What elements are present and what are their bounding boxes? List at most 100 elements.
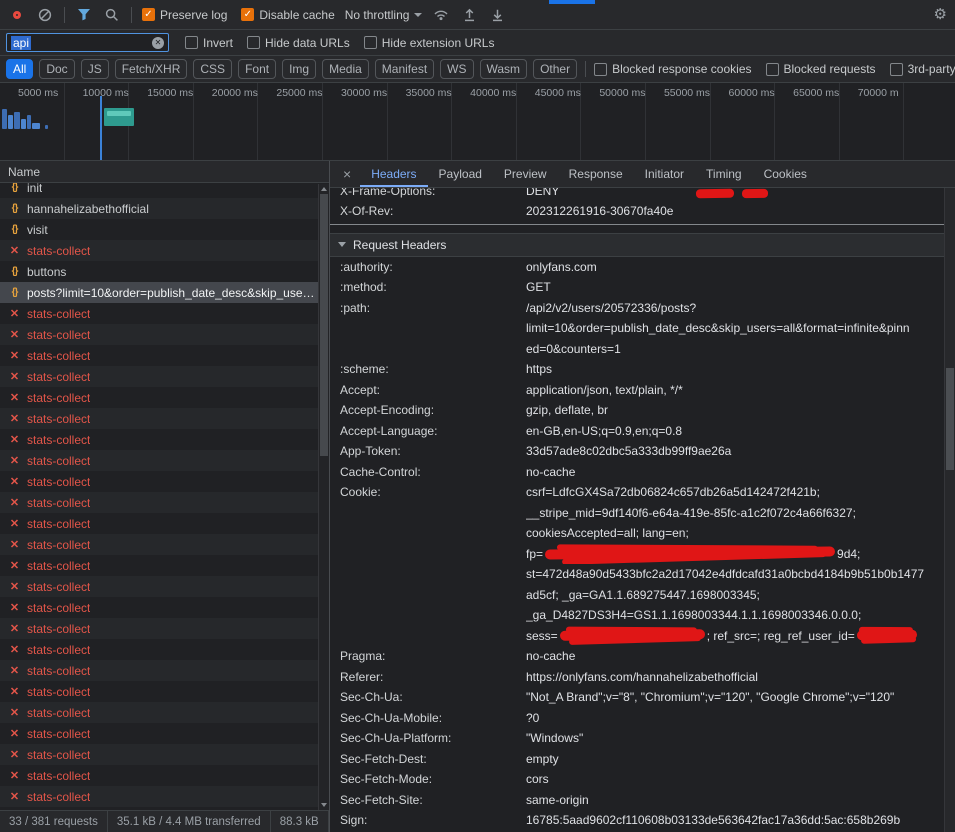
- filter-chip-font[interactable]: Font: [238, 59, 276, 79]
- tab-preview[interactable]: Preview: [493, 161, 558, 187]
- request-row[interactable]: ✕stats-collect: [0, 345, 329, 366]
- filter-chip-img[interactable]: Img: [282, 59, 316, 79]
- request-name: stats-collect: [27, 706, 90, 720]
- request-row[interactable]: {}buttons: [0, 261, 329, 282]
- tab-headers[interactable]: Headers: [360, 161, 427, 187]
- disable-cache-checkbox[interactable]: ✓Disable cache: [241, 8, 334, 22]
- request-row[interactable]: ✕stats-collect: [0, 513, 329, 534]
- response-header-rows: X-Of-Rev:202312261916-30670fa40e: [330, 201, 955, 222]
- request-row[interactable]: {}hannahelizabethofficial: [0, 198, 329, 219]
- 3rd-party-requests-checkbox[interactable]: 3rd-party requests: [890, 62, 955, 76]
- request-headers-section[interactable]: Request Headers: [330, 233, 955, 257]
- request-row[interactable]: ✕stats-collect: [0, 555, 329, 576]
- hide-extension-urls-checkbox[interactable]: Hide extension URLs: [364, 36, 495, 50]
- clear-filter-icon[interactable]: ✕: [152, 37, 164, 49]
- blocked-requests-checkbox[interactable]: Blocked requests: [766, 62, 876, 76]
- request-row[interactable]: ✕stats-collect: [0, 660, 329, 681]
- preserve-log-checkbox[interactable]: ✓Preserve log: [142, 8, 227, 22]
- request-row[interactable]: ✕stats-collect: [0, 408, 329, 429]
- filter-toggle-button[interactable]: [75, 6, 93, 24]
- filter-chip-media[interactable]: Media: [322, 59, 369, 79]
- header-value: cors: [526, 769, 955, 790]
- export-har-button[interactable]: [488, 6, 506, 24]
- request-row[interactable]: ✕stats-collect: [0, 639, 329, 660]
- request-row[interactable]: {}visit: [0, 219, 329, 240]
- filter-chip-all[interactable]: All: [6, 59, 33, 79]
- search-button[interactable]: [103, 6, 121, 24]
- failed-request-icon: ✕: [8, 391, 21, 404]
- request-row[interactable]: ✕stats-collect: [0, 240, 329, 261]
- checkbox-icon: ✓: [241, 8, 254, 21]
- timeline-tick: 60000 ms: [711, 83, 776, 160]
- header-value-text: st=472d48a90d5433bfc2a2d17042e4dfdcafd31…: [526, 567, 924, 581]
- scroll-down-arrow-icon[interactable]: [321, 803, 327, 807]
- scroll-up-arrow-icon[interactable]: [321, 187, 327, 191]
- request-row[interactable]: ✕stats-collect: [0, 723, 329, 744]
- tab-cookies[interactable]: Cookies: [753, 161, 818, 187]
- invert-checkbox[interactable]: Invert: [185, 36, 233, 50]
- filter-chip-css[interactable]: CSS: [193, 59, 232, 79]
- request-row[interactable]: ✕stats-collect: [0, 429, 329, 450]
- request-row[interactable]: ✕stats-collect: [0, 303, 329, 324]
- filter-chip-fetch-xhr[interactable]: Fetch/XHR: [115, 59, 188, 79]
- blocked-response-cookies-checkbox[interactable]: Blocked response cookies: [594, 62, 751, 76]
- request-row[interactable]: ✕stats-collect: [0, 387, 329, 408]
- request-row[interactable]: ✕stats-collect: [0, 534, 329, 555]
- failed-request-icon: ✕: [8, 727, 21, 740]
- request-row[interactable]: {}posts?limit=10&order=publish_date_desc…: [0, 282, 329, 303]
- name-column-header[interactable]: Name: [0, 161, 329, 183]
- request-row[interactable]: ✕stats-collect: [0, 786, 329, 807]
- header-value-text: 9d4;: [837, 547, 860, 561]
- request-row[interactable]: ✕stats-collect: [0, 366, 329, 387]
- requests-scrollbar[interactable]: [318, 184, 329, 810]
- scrollbar-thumb[interactable]: [320, 194, 328, 456]
- tab-payload[interactable]: Payload: [428, 161, 493, 187]
- header-name: Sign:: [330, 810, 526, 831]
- timeline-tick: 25000 ms: [258, 83, 323, 160]
- headers-content: X-Frame-Options: DENY X-Of-Rev:202312261…: [330, 188, 955, 832]
- header-row: Referer:https://onlyfans.com/hannaheliza…: [330, 667, 955, 688]
- record-button[interactable]: [8, 6, 26, 24]
- tab-initiator[interactable]: Initiator: [634, 161, 695, 187]
- timeline-tick: 30000 ms: [323, 83, 388, 160]
- settings-gear-icon[interactable]: ⚙: [934, 7, 947, 22]
- filter-chip-wasm[interactable]: Wasm: [480, 59, 528, 79]
- request-row[interactable]: ✕stats-collect: [0, 450, 329, 471]
- hide-data-urls-checkbox[interactable]: Hide data URLs: [247, 36, 350, 50]
- scrollbar-thumb[interactable]: [946, 368, 954, 470]
- request-row[interactable]: ✕stats-collect: [0, 597, 329, 618]
- filter-chip-manifest[interactable]: Manifest: [375, 59, 434, 79]
- network-conditions-button[interactable]: [432, 6, 450, 24]
- request-row[interactable]: ✕stats-collect: [0, 744, 329, 765]
- close-details-icon[interactable]: ×: [334, 166, 360, 182]
- request-row[interactable]: ✕stats-collect: [0, 471, 329, 492]
- filter-input[interactable]: api ✕: [6, 33, 169, 52]
- request-row[interactable]: ✕stats-collect: [0, 576, 329, 597]
- filter-chip-other[interactable]: Other: [533, 59, 577, 79]
- details-scrollbar[interactable]: [944, 188, 955, 832]
- filter-chip-ws[interactable]: WS: [440, 59, 473, 79]
- chevron-down-icon: [414, 13, 422, 17]
- failed-request-icon: ✕: [8, 517, 21, 530]
- record-icon: [13, 11, 21, 19]
- request-row[interactable]: ✕stats-collect: [0, 324, 329, 345]
- import-har-button[interactable]: [460, 6, 478, 24]
- clear-button[interactable]: [36, 6, 54, 24]
- timeline-tick: 20000 ms: [194, 83, 259, 160]
- header-value-text: ed=0&counters=1: [526, 342, 621, 356]
- tab-response[interactable]: Response: [558, 161, 634, 187]
- filter-chip-doc[interactable]: Doc: [39, 59, 74, 79]
- request-row[interactable]: ✕stats-collect: [0, 765, 329, 786]
- throttling-select[interactable]: No throttling: [345, 8, 423, 22]
- network-overview-timeline[interactable]: 5000 ms10000 ms15000 ms20000 ms25000 ms3…: [0, 83, 955, 161]
- failed-request-icon: ✕: [8, 475, 21, 488]
- request-row[interactable]: ✕stats-collect: [0, 681, 329, 702]
- request-row[interactable]: {}init: [0, 183, 329, 198]
- request-row[interactable]: ✕stats-collect: [0, 618, 329, 639]
- failed-request-icon: ✕: [8, 244, 21, 257]
- filter-chip-js[interactable]: JS: [81, 59, 109, 79]
- tab-timing[interactable]: Timing: [695, 161, 753, 187]
- request-row[interactable]: ✕stats-collect: [0, 702, 329, 723]
- request-name: visit: [27, 223, 48, 237]
- request-row[interactable]: ✕stats-collect: [0, 492, 329, 513]
